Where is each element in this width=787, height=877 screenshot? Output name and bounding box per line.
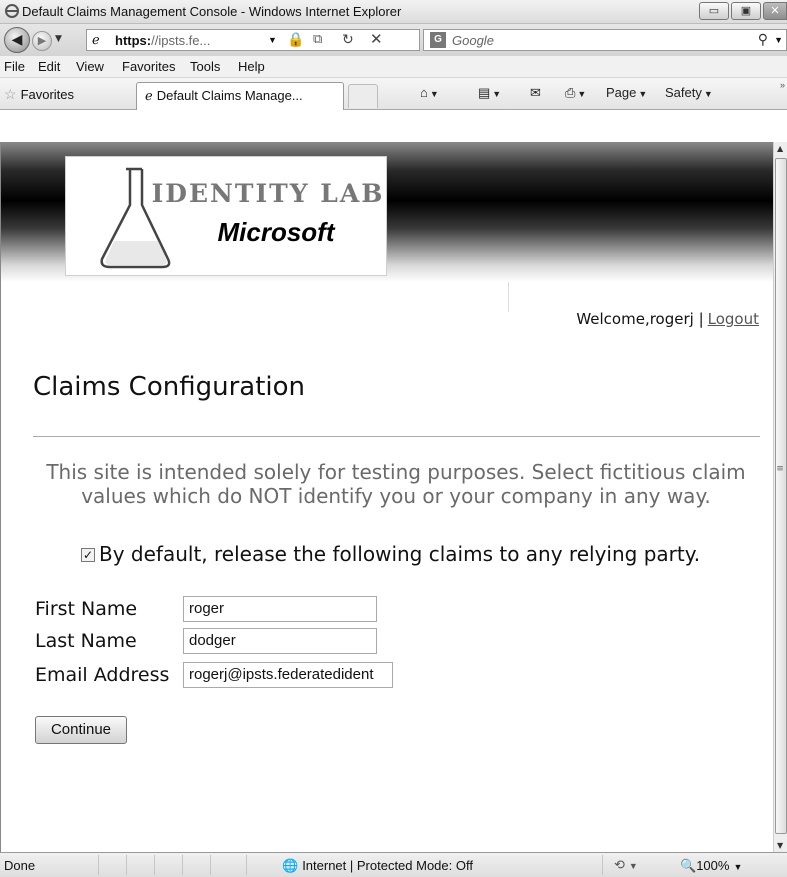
status-separator [98,855,99,875]
google-icon: G [430,32,446,48]
page-header-banner: IDENTITY LAB Microsoft [1,142,773,282]
release-claims-row: ✓ By default, release the following claim… [81,542,700,566]
first-name-label: First Name [35,598,138,620]
first-name-input[interactable]: roger [183,596,377,622]
security-zone[interactable]: 🌐 Internet | Protected Mode: Off [282,858,473,874]
tab-claims-console[interactable]: ℯ Default Claims Manage... [136,82,344,110]
new-tab-button[interactable] [348,84,378,108]
search-placeholder: Google [452,33,494,48]
header-divider [508,282,509,312]
favorites-button[interactable]: ☆ Favorites [4,86,74,103]
recent-pages-dropdown[interactable]: ▼ [55,34,62,44]
printer-icon[interactable]: ⎙ ▼ [565,85,586,101]
search-icon[interactable]: ⚲ [758,31,768,48]
scroll-down-arrow-icon[interactable]: ▼ [777,841,783,850]
globe-icon: 🌐 [282,858,299,873]
minimize-button[interactable]: ▭ [699,2,729,20]
lock-icon[interactable]: 🔒 [287,31,304,48]
rss-icon[interactable]: ▤ ▼ [478,85,501,101]
vertical-scrollbar[interactable]: ▲ ≡ ▼ [773,142,787,852]
url-text[interactable]: https://ipsts.fe... [115,33,210,48]
window-controls: ▭ ▣ ✕ [697,2,787,20]
email-input[interactable]: rogerj@ipsts.federatedident [183,662,393,688]
favorites-label: Favorites [20,87,75,102]
logout-link[interactable]: Logout [708,310,759,328]
tab-title: Default Claims Manage... [156,88,303,103]
search-box[interactable]: G Google ⚲ ▼ [423,29,787,51]
status-separator [126,855,127,875]
zoom-icon: 🔍 [680,858,697,873]
page-menu[interactable]: Page ▼ [606,85,647,100]
url-scheme: https: [115,33,152,48]
logo-text-identity-lab: IDENTITY LAB [151,179,385,208]
command-bar: ☆ Favorites ℯ Default Claims Manage... ⌂ ▼ … [0,78,787,110]
address-dropdown-icon[interactable]: ▼ [268,35,277,45]
testing-notice: This site is intended solely for testing… [46,460,746,508]
welcome-bar: Welcome,rogerj | Logout [576,310,759,328]
menu-view[interactable]: View [76,59,104,74]
last-name-label: Last Name [35,630,137,652]
refresh-icon[interactable]: ↻ [342,31,354,48]
zoom-level: 100% [696,858,730,873]
zoom-control[interactable]: 🔍100% ▼ [680,858,742,874]
page-icon: ℯ [145,88,153,103]
menu-help[interactable]: Help [238,59,265,74]
menu-favorites[interactable]: Favorites [122,59,175,74]
last-name-input[interactable]: dodger [183,628,377,654]
status-separator [210,855,211,875]
star-icon: ☆ [4,86,17,102]
status-text: Done [4,858,36,873]
menu-bar: File Edit View Favorites Tools Help [0,56,787,78]
continue-button[interactable]: Continue [35,716,127,744]
status-separator [246,855,247,875]
status-separator [154,855,155,875]
identity-lab-logo: IDENTITY LAB Microsoft [65,156,387,276]
scrollbar-thumb[interactable] [775,158,787,834]
manage-addons-icon[interactable]: ⟲ ▼ [614,857,638,873]
compatibility-view-icon[interactable]: ⧉ [313,31,322,47]
ie-logo-icon [4,3,20,19]
safety-menu-label: Safety [665,85,702,100]
home-icon[interactable]: ⌂ ▼ [420,85,439,100]
menu-file[interactable]: File [4,59,25,74]
status-separator [602,855,603,875]
menu-edit[interactable]: Edit [38,59,60,74]
release-claims-checkbox[interactable]: ✓ [81,548,95,562]
status-separator [182,855,183,875]
page-menu-label: Page [606,85,637,100]
welcome-text: Welcome,rogerj | [576,310,704,328]
forward-arrow-icon[interactable]: ▶ [32,31,52,51]
email-label: Email Address [35,664,170,686]
logo-text-microsoft: Microsoft [217,217,335,247]
maximize-button[interactable]: ▣ [731,2,761,20]
window-title-bar: Default Claims Management Console - Wind… [0,0,787,24]
page-title: Claims Configuration [33,372,305,402]
url-host: //ipsts.fe... [151,33,211,48]
back-arrow-icon[interactable]: ◀ [4,27,30,53]
title-divider [33,436,760,437]
window-title: Default Claims Management Console - Wind… [22,4,402,19]
page-icon: ℯ [92,32,100,47]
menu-tools[interactable]: Tools [190,59,220,74]
page-viewport: IDENTITY LAB Microsoft Welcome,rogerj | L… [0,142,787,852]
read-mail-icon[interactable]: ✉ [530,85,541,101]
search-options-dropdown[interactable]: ▼ [774,35,783,45]
release-claims-label: By default, release the following claims… [99,542,701,566]
navigation-bar: ◀ ▶ ▼ ℯ https://ipsts.fe... ▼ 🔒 ⧉ ↻ ✕ G … [0,24,787,56]
scrollbar-grip-icon: ≡ [776,464,784,474]
safety-menu[interactable]: Safety ▼ [665,85,713,100]
zone-text: Internet | Protected Mode: Off [302,858,473,873]
toolbar-overflow-icon[interactable]: » [780,80,785,90]
status-bar: Done 🌐 Internet | Protected Mode: Off ⟲ ▼ … [0,852,787,877]
close-button[interactable]: ✕ [763,2,787,20]
address-bar[interactable]: ℯ https://ipsts.fe... ▼ 🔒 ⧉ ↻ ✕ [86,29,420,51]
scroll-up-arrow-icon[interactable]: ▲ [777,144,783,153]
stop-icon[interactable]: ✕ [370,30,383,48]
